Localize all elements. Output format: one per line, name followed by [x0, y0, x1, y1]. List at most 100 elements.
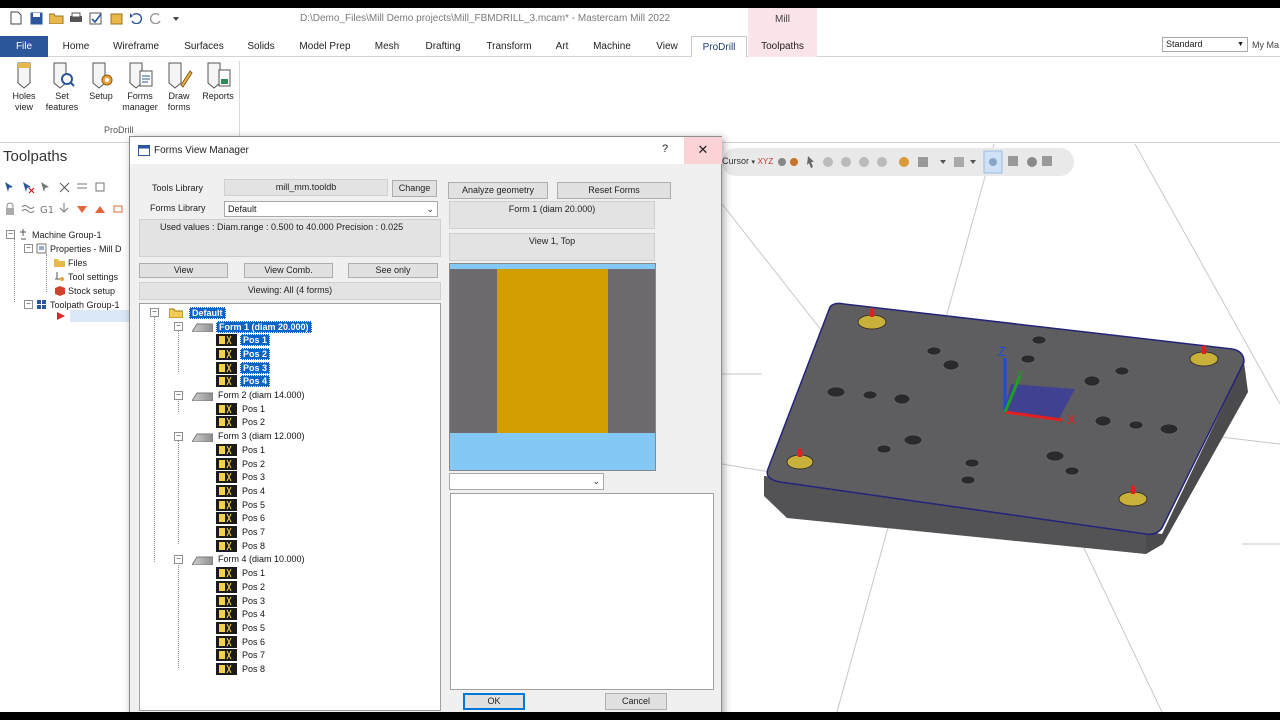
tab-wireframe[interactable]: Wireframe [104, 36, 168, 57]
tree-position[interactable]: Pos 2 [216, 457, 267, 470]
tree-position[interactable]: Pos 2 [216, 580, 267, 593]
tab-file[interactable]: File [0, 36, 48, 57]
dirty-regenerate-icon[interactable] [75, 180, 89, 194]
details-list[interactable] [450, 493, 714, 690]
tree-position[interactable]: Pos 3 [216, 471, 267, 484]
tab-transform[interactable]: Transform [478, 36, 540, 57]
analyze-geometry-button[interactable]: Analyze geometry [448, 182, 548, 199]
clipboard-icon[interactable] [108, 10, 124, 26]
tree-form-4[interactable]: Form 4 (diam 10.000) [192, 553, 307, 566]
tree-form-1[interactable]: Form 1 (diam 20.000) [192, 320, 312, 333]
collapse-toggle[interactable]: − [174, 431, 183, 441]
toolpath-insert-position[interactable] [70, 310, 130, 322]
print-icon[interactable] [68, 10, 84, 26]
collapse-toggle[interactable]: − [6, 230, 15, 239]
redo-icon[interactable] [148, 10, 164, 26]
tree-form-3[interactable]: Form 3 (diam 12.000) [192, 430, 307, 443]
customize-dropdown-icon[interactable] [168, 10, 184, 26]
forms-tree[interactable]: − Default − Form 1 (diam 20.000) Pos 1 Pos … [139, 303, 441, 711]
view-comb-button[interactable]: View Comb. [244, 263, 333, 278]
collapse-toggle[interactable]: − [24, 300, 33, 309]
tree-position[interactable]: Pos 8 [216, 539, 267, 552]
select-failed-icon[interactable] [39, 180, 53, 194]
tree-row-toolpath-group[interactable]: − Toolpath Group-1 [24, 298, 120, 311]
my-mastercam-link[interactable]: My Ma [1252, 40, 1279, 50]
save-icon[interactable] [28, 10, 44, 26]
graphics-viewport[interactable]: Z X Y [722, 144, 1280, 712]
tab-model-prep[interactable]: Model Prep [290, 36, 360, 57]
close-button[interactable]: ✕ [684, 137, 722, 164]
tree-position[interactable]: Pos 3 [216, 594, 267, 607]
tree-position[interactable]: Pos 1 [216, 334, 271, 347]
tree-row-stock-setup[interactable]: Stock setup [54, 284, 115, 297]
view-button[interactable]: View [139, 263, 228, 278]
tree-root-default[interactable]: Default [169, 306, 226, 319]
collapse-toggle[interactable]: − [174, 554, 183, 564]
view-select[interactable]: ⌄ [449, 473, 604, 490]
edit-check-icon[interactable] [88, 10, 104, 26]
tab-prodrill[interactable]: ProDrill [691, 36, 747, 58]
forms-library-select[interactable]: Default ⌄ [224, 201, 438, 217]
tree-position[interactable]: Pos 7 [216, 649, 267, 662]
collapse-toggle[interactable]: − [150, 308, 159, 317]
tree-row-tool-settings[interactable]: Tool settings [54, 270, 118, 283]
deselect-icon[interactable] [21, 180, 35, 194]
select-all-icon[interactable] [3, 180, 17, 194]
tree-position[interactable]: Pos 4 [216, 375, 271, 388]
tree-row-properties[interactable]: − Properties - Mill D [24, 242, 122, 255]
draw-forms-button[interactable]: Draw forms [160, 61, 198, 113]
holes-view-button[interactable]: Holes view [5, 61, 43, 113]
tree-position[interactable]: Pos 5 [216, 621, 267, 634]
setup-button[interactable]: Setup [82, 61, 120, 102]
move-down-icon[interactable] [75, 202, 89, 216]
reports-button[interactable]: Reports [199, 61, 237, 102]
cancel-button[interactable]: Cancel [605, 693, 667, 710]
change-button[interactable]: Change [392, 180, 437, 197]
ok-button[interactable]: OK [463, 693, 525, 710]
tree-position[interactable]: Pos 6 [216, 512, 267, 525]
insert-arrow-icon[interactable] [57, 202, 71, 216]
tree-position[interactable]: Pos 6 [216, 635, 267, 648]
open-folder-icon[interactable] [48, 10, 64, 26]
tab-drafting[interactable]: Drafting [416, 36, 470, 57]
tree-position[interactable]: Pos 7 [216, 526, 267, 539]
tree-position[interactable]: Pos 1 [216, 567, 267, 580]
reset-forms-button[interactable]: Reset Forms [557, 182, 671, 199]
tree-position[interactable]: Pos 3 [216, 361, 271, 374]
tab-mesh[interactable]: Mesh [366, 36, 408, 57]
dialog-titlebar[interactable]: Forms View Manager ? ✕ [130, 137, 722, 164]
tree-position[interactable]: Pos 8 [216, 663, 267, 676]
cursor-mode-label[interactable]: Cursor ▾ XYZ [722, 156, 773, 166]
help-button[interactable]: ? [658, 143, 672, 157]
set-features-button[interactable]: Set features [43, 61, 81, 113]
tree-row-files[interactable]: Files [54, 256, 87, 269]
see-only-button[interactable]: See only [348, 263, 438, 278]
tab-art[interactable]: Art [548, 36, 576, 57]
new-file-icon[interactable] [8, 10, 24, 26]
insert-after-icon[interactable] [111, 202, 125, 216]
tree-position[interactable]: Pos 4 [216, 608, 267, 621]
tab-home[interactable]: Home [56, 36, 96, 57]
collapse-toggle[interactable]: − [174, 390, 183, 400]
toggle-display-icon[interactable] [21, 202, 35, 216]
tree-row-machine-group[interactable]: − Machine Group-1 [6, 228, 102, 241]
collapse-toggle[interactable]: − [24, 244, 33, 253]
collapse-toggle[interactable]: − [174, 322, 183, 331]
tree-form-2[interactable]: Form 2 (diam 14.000) [192, 389, 307, 402]
forms-manager-button[interactable]: Forms manager [121, 61, 159, 113]
tree-position[interactable]: Pos 5 [216, 498, 267, 511]
tree-position[interactable]: Pos 2 [216, 347, 271, 360]
post-icon[interactable]: G1 [39, 202, 53, 216]
regenerate-icon[interactable] [57, 180, 71, 194]
tab-surfaces[interactable]: Surfaces [176, 36, 232, 57]
tab-solids[interactable]: Solids [240, 36, 282, 57]
tree-position[interactable]: Pos 1 [216, 402, 267, 415]
undo-icon[interactable] [128, 10, 144, 26]
tab-view[interactable]: View [648, 36, 686, 57]
tab-toolpaths[interactable]: Toolpaths [748, 36, 817, 57]
tree-position[interactable]: Pos 2 [216, 416, 267, 429]
lock-icon[interactable] [3, 202, 17, 216]
tree-position[interactable]: Pos 1 [216, 443, 267, 456]
simulate-icon[interactable] [93, 180, 107, 194]
tab-machine[interactable]: Machine [584, 36, 640, 57]
